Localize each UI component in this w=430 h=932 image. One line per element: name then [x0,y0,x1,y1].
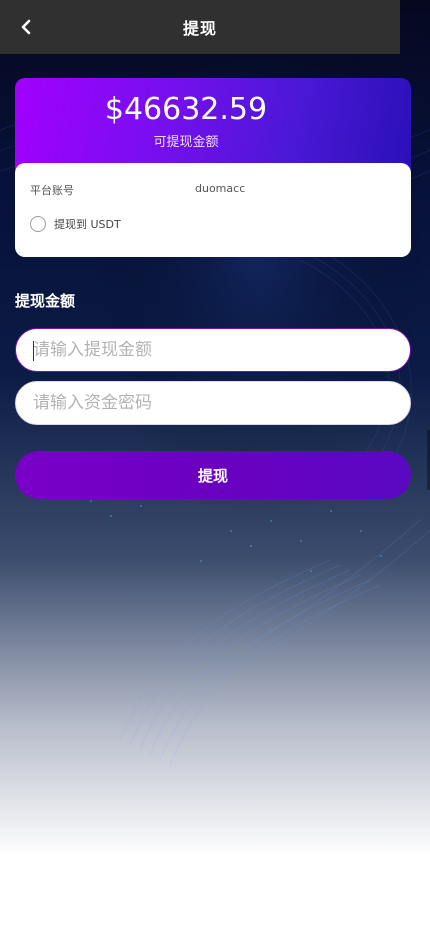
balance-label: 可提现金额 [153,135,219,150]
fund-password-input[interactable] [16,382,410,424]
amount-input[interactable] [16,329,410,371]
back-button[interactable] [12,13,40,41]
balance-amount: $46632.59 [104,92,268,127]
text-caret [33,341,34,361]
page-title: 提现 [182,19,217,38]
withdraw-usdt-option[interactable]: 提现到 USDT [30,216,121,232]
withdraw-submit-button[interactable]: 提现 [15,451,411,499]
top-bar: 提现 [0,0,400,54]
radio-button[interactable] [30,216,46,232]
amount-field[interactable] [15,328,411,372]
withdraw-amount-title: 提现金额 [15,292,76,310]
withdraw-usdt-label: 提现到 USDT [54,218,121,231]
platform-account-value: duomacc [195,182,246,195]
chevron-left-icon [21,19,31,35]
password-field[interactable] [15,381,411,425]
account-card: 平台账号 duomacc 提现到 USDT [15,163,411,257]
platform-account-label: 平台账号 [30,184,74,197]
